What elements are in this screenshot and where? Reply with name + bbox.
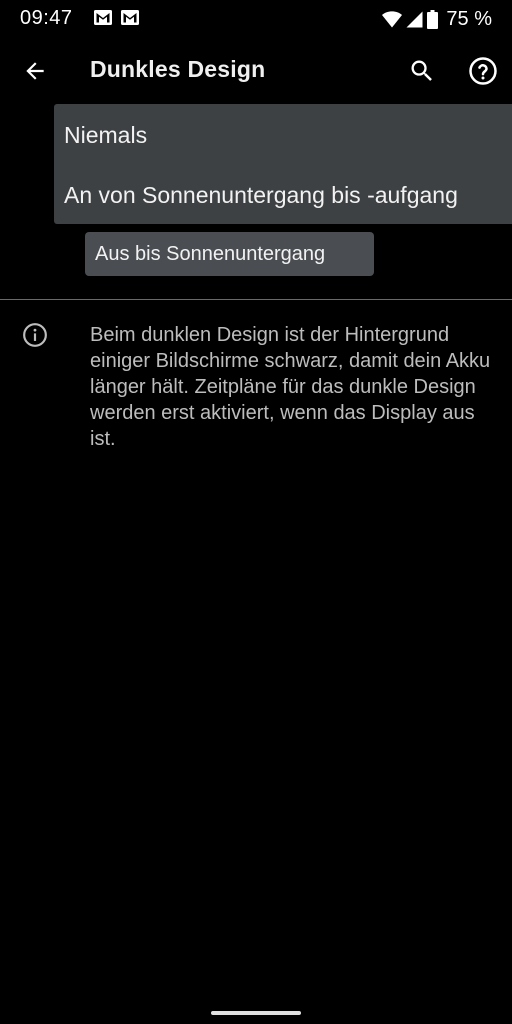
schedule-dropdown-menu: Niemals An von Sonnenuntergang bis -aufg… — [54, 104, 512, 224]
help-icon[interactable] — [468, 56, 498, 86]
divider — [0, 299, 512, 300]
menu-item-off-until-sunset[interactable]: Aus bis Sonnenuntergang — [85, 232, 374, 276]
menu-item-sunset-to-sunrise[interactable]: An von Sonnenuntergang bis -aufgang — [64, 182, 458, 209]
battery-icon — [427, 9, 439, 29]
app-bar: Dunkles Design — [0, 44, 512, 100]
status-bar: 09:47 75 % — [0, 0, 512, 36]
battery-percentage: 75 % — [446, 7, 492, 30]
navigation-handle[interactable] — [211, 1011, 301, 1015]
selected-option-label: Aus bis Sonnenuntergang — [95, 243, 326, 265]
page-title: Dunkles Design — [90, 56, 266, 82]
cellular-signal-icon — [406, 11, 423, 27]
info-icon — [23, 323, 47, 347]
gmail-icon — [94, 10, 112, 25]
gmail-icon — [121, 10, 139, 25]
status-time: 09:47 — [20, 7, 73, 29]
wifi-icon — [382, 10, 403, 27]
info-description: Beim dunklen Design ist der Hintergrund … — [90, 324, 491, 450]
status-right-icons: 75 % — [382, 7, 492, 31]
back-arrow-icon[interactable] — [22, 58, 48, 84]
menu-item-never[interactable]: Niemals — [64, 122, 147, 149]
search-icon[interactable] — [408, 57, 436, 85]
